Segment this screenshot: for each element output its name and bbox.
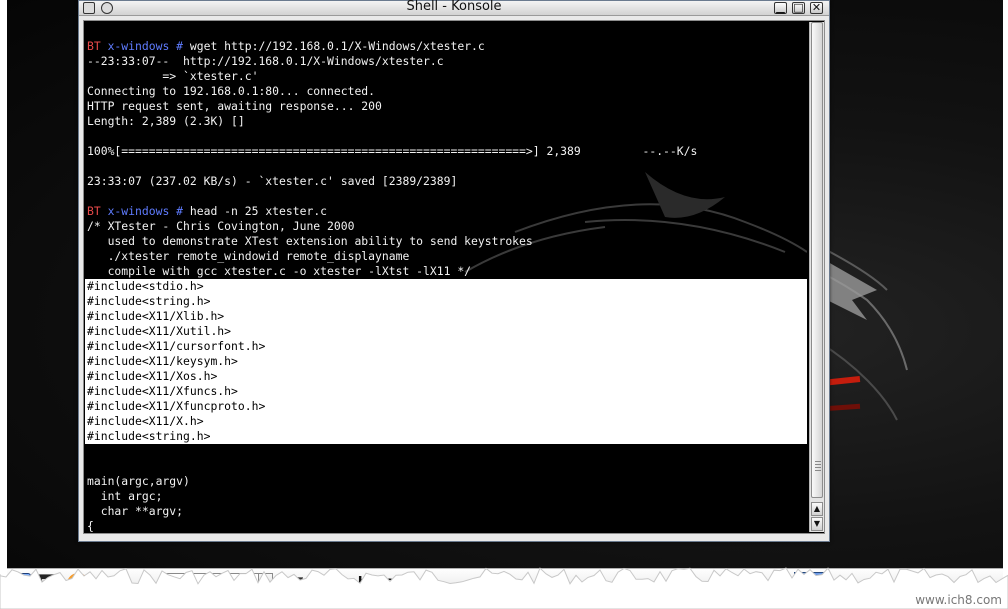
terminal-line: int argc; (87, 489, 807, 504)
terminal-line: 100%[===================================… (87, 144, 807, 159)
terminal-line-text: char **argv; (87, 504, 184, 518)
terminal-line: #include<X11/Xlib.h> (85, 309, 807, 324)
prompt-command: wget http://192.168.0.1/X-Windows/xteste… (183, 39, 485, 53)
terminal-frame: BT x-windows # wget http://192.168.0.1/X… (83, 20, 825, 534)
terminal-line-text: #include<X11/Xlib.h> (87, 309, 225, 323)
terminal-line: => `xtester.c' (87, 69, 807, 84)
terminal-line: #include<string.h> (85, 294, 807, 309)
terminal-line-text: used to demonstrate XTest extension abil… (87, 234, 533, 248)
terminal-output[interactable]: BT x-windows # wget http://192.168.0.1/X… (85, 22, 807, 532)
terminal-lines: BT x-windows # wget http://192.168.0.1/X… (85, 39, 807, 532)
prompt-host: BT (87, 39, 101, 53)
terminal-line-text: --23:33:07-- http://192.168.0.1/X-Window… (87, 54, 444, 68)
terminal-line: compile with gcc xtester.c -o xtester -l… (87, 264, 807, 279)
terminal-line-text: => `xtester.c' (87, 69, 259, 83)
terminal-line-text: #include<X11/Xutil.h> (87, 324, 232, 338)
terminal-line-text: HTTP request sent, awaiting response... … (87, 99, 382, 113)
terminal-line: #include<X11/cursorfont.h> (85, 339, 807, 354)
terminal-line-text: #include<X11/X.h> (87, 414, 204, 428)
terminal-line: #include<string.h> (85, 429, 807, 444)
terminal-line-text: #include<X11/cursorfont.h> (87, 339, 266, 353)
terminal-line-text: compile with gcc xtester.c -o xtester -l… (87, 264, 472, 278)
maximize-icon: □ (793, 1, 804, 14)
terminal-line-text: 23:33:07 (237.02 KB/s) - `xtester.c' sav… (87, 174, 458, 188)
watermark: www.ich8.com (915, 593, 1002, 607)
scrollbar-thumb[interactable] (811, 22, 823, 498)
terminal-line: #include<X11/X.h> (85, 414, 807, 429)
terminal-line-text: #include<string.h> (87, 429, 211, 443)
window-titlebar[interactable]: Shell - Konsole ▁ □ ✕ (79, 0, 829, 16)
window-title: Shell - Konsole (406, 0, 502, 14)
terminal-line-text: 100%[===================================… (87, 144, 698, 158)
terminal-line: #include<X11/Xfuncproto.h> (85, 399, 807, 414)
terminal-line: /* XTester - Chris Covington, June 2000 (87, 219, 807, 234)
terminal-line: #include<X11/Xfuncs.h> (85, 384, 807, 399)
terminal-line: Connecting to 192.168.0.1:80... connecte… (87, 84, 807, 99)
terminal-prompt-line: BT x-windows # head -n 25 xtester.c (87, 204, 807, 219)
terminal-line-text: main(argc,argv) (87, 474, 190, 488)
terminal-line: #include<stdio.h> (85, 279, 807, 294)
terminal-line-text: #include<X11/Xfuncs.h> (87, 384, 238, 398)
terminal-line-text: #include<X11/Xos.h> (87, 369, 218, 383)
terminal-line: main(argc,argv) (87, 474, 807, 489)
terminal-line-text: #include<string.h> (87, 294, 211, 308)
arrow-up-icon: ▲ (813, 504, 821, 513)
terminal-line-text: #include<X11/keysym.h> (87, 354, 238, 368)
terminal-line-text: /* XTester - Chris Covington, June 2000 (87, 219, 355, 233)
prompt-directory: x-windows (107, 39, 170, 53)
terminal-line: #include<X11/Xos.h> (85, 369, 807, 384)
terminal-prompt-line: BT x-windows # wget http://192.168.0.1/X… (87, 39, 807, 54)
screenshot: Shell - Konsole ▁ □ ✕ BT x-windows # wge… (0, 0, 1008, 609)
scroll-down-button[interactable]: ▼ (811, 517, 823, 531)
minimize-icon: ▁ (776, 1, 785, 14)
terminal-line: { (87, 519, 807, 532)
terminal-line: --23:33:07-- http://192.168.0.1/X-Window… (87, 54, 807, 69)
close-button[interactable]: ✕ (810, 1, 823, 14)
prompt-directory: x-windows (107, 204, 170, 218)
terminal-line: 23:33:07 (237.02 KB/s) - `xtester.c' sav… (87, 174, 807, 189)
terminal-line: Length: 2,389 (2.3K) [] (87, 114, 807, 129)
terminal-line-text: Length: 2,389 (2.3K) [] (87, 114, 245, 128)
terminal-line-text: int argc; (87, 489, 163, 503)
terminal-line: #include<X11/Xutil.h> (85, 324, 807, 339)
terminal-line-text: { (87, 519, 94, 532)
arrow-down-icon: ▼ (813, 519, 821, 528)
minimize-button[interactable]: ▁ (774, 1, 787, 14)
close-icon: ✕ (811, 1, 822, 14)
terminal-line: #include<X11/keysym.h> (85, 354, 807, 369)
maximize-button[interactable]: □ (792, 1, 805, 14)
terminal-scrollbar[interactable]: ▲ ▼ (809, 22, 824, 532)
terminal-line-text: #include<stdio.h> (87, 279, 204, 293)
terminal-line-text: Connecting to 192.168.0.1:80... connecte… (87, 84, 376, 98)
prompt-command: head -n 25 xtester.c (183, 204, 328, 218)
torn-paper-edge (0, 567, 1008, 609)
prompt-symbol: # (176, 39, 184, 53)
prompt-host: BT (87, 204, 101, 218)
prompt-symbol: # (176, 204, 184, 218)
terminal-line: used to demonstrate XTest extension abil… (87, 234, 807, 249)
terminal-line-text: #include<X11/Xfuncproto.h> (87, 399, 266, 413)
scroll-up-button[interactable]: ▲ (811, 502, 823, 516)
konsole-window[interactable]: Shell - Konsole ▁ □ ✕ BT x-windows # wge… (78, 0, 830, 542)
terminal-line: ./xtester remote_windowid remote_display… (87, 249, 807, 264)
terminal-line: char **argv; (87, 504, 807, 519)
terminal-line: HTTP request sent, awaiting response... … (87, 99, 807, 114)
terminal-line-text: ./xtester remote_windowid remote_display… (87, 249, 410, 263)
